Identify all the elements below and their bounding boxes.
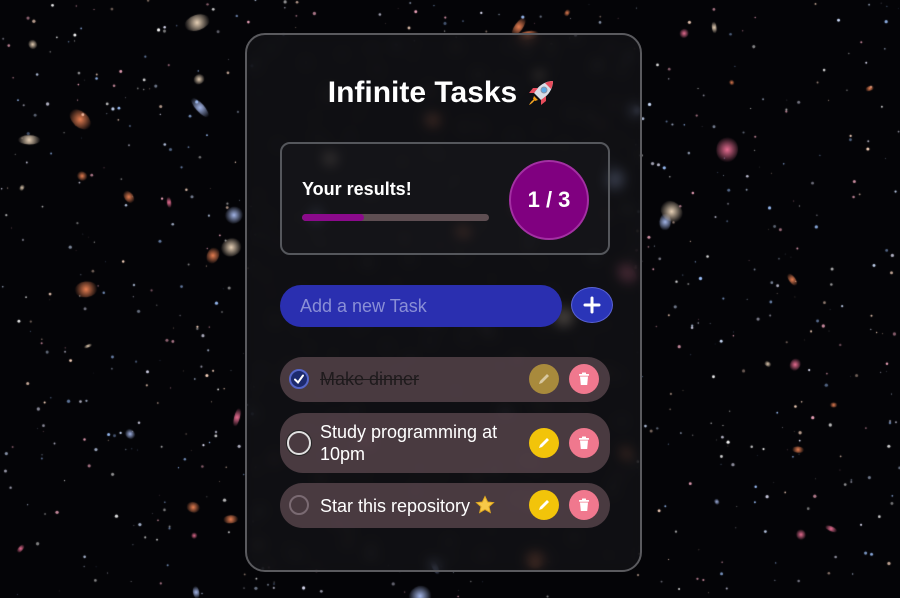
pencil-icon (539, 374, 549, 384)
task-text: Make dinner (320, 369, 420, 389)
plus-icon (583, 296, 601, 314)
task-counter-badge: 1 / 3 (509, 160, 589, 240)
add-task-button[interactable] (571, 287, 613, 323)
results-label: Your results! (302, 179, 412, 199)
edit-task-button[interactable] (529, 490, 559, 520)
task-checkbox[interactable] (287, 431, 311, 455)
new-task-input[interactable] (280, 285, 562, 327)
app-title: Infinite Tasks (327, 76, 518, 109)
task-item: Star this repository (280, 483, 610, 528)
trash-icon (579, 436, 589, 449)
delete-task-button[interactable] (569, 490, 599, 520)
todo-card: Infinite Tasks Your results! 1 / 3 Add a… (245, 33, 642, 572)
results-panel: Your results! 1 / 3 (280, 142, 610, 255)
rocket-icon (529, 81, 554, 105)
task-item: Study programming at 10pm (280, 413, 610, 473)
trash-icon (579, 498, 589, 511)
task-text: Study programming at 10pm (320, 422, 498, 464)
delete-task-button[interactable] (569, 428, 599, 458)
task-checkbox[interactable] (289, 495, 309, 515)
delete-task-button[interactable] (569, 364, 599, 394)
trash-icon (579, 372, 589, 385)
progress-bar (302, 214, 489, 221)
app-header: Infinite Tasks (247, 75, 640, 111)
task-checkbox[interactable] (289, 369, 309, 389)
task-text: Star this repository (320, 495, 495, 517)
task-item: Make dinner (280, 357, 610, 402)
task-text-label: Star this repository (320, 496, 471, 516)
pencil-icon (539, 438, 549, 448)
check-icon (294, 374, 304, 385)
pencil-icon (539, 500, 549, 510)
progress-bar-fill (302, 214, 365, 221)
edit-task-button[interactable] (529, 428, 559, 458)
star-icon (475, 495, 495, 514)
edit-task-button[interactable] (529, 364, 559, 394)
